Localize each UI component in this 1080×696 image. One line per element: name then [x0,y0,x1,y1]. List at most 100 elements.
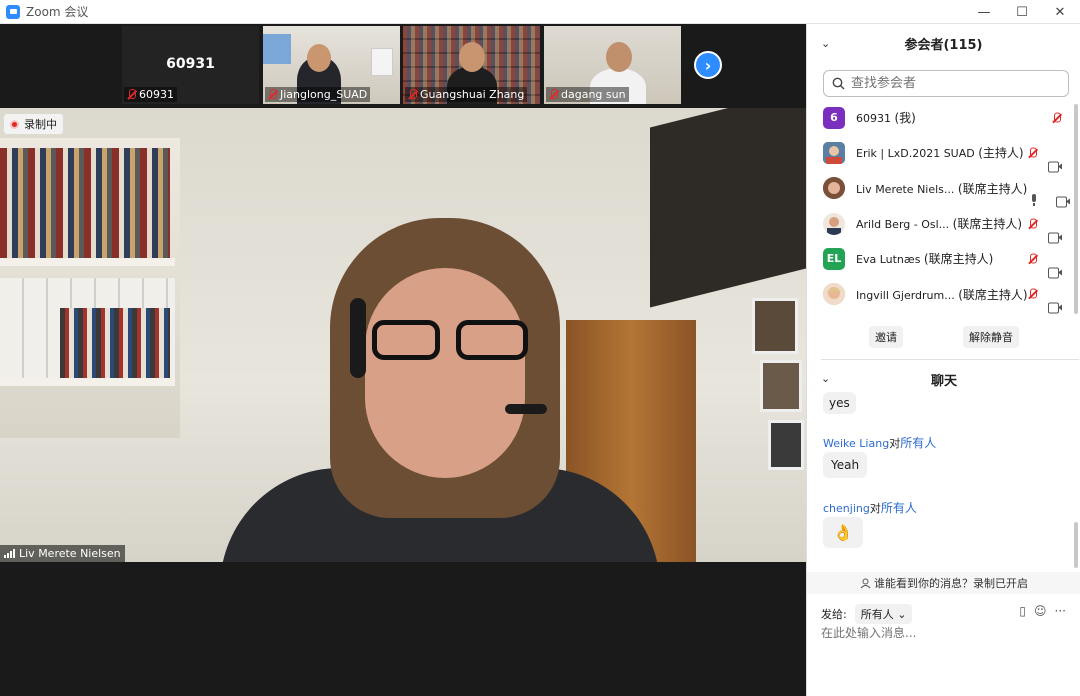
chat-scrollbar[interactable] [1074,522,1078,568]
thumbnail-name-display: 60931 [166,56,215,72]
participant-row[interactable]: EL Eva Lutnæs (联席主持人) [807,241,1080,279]
recording-indicator: 录制中 [4,114,63,134]
glasses-right-image [456,320,528,360]
participant-row[interactable]: Erik | LxD.2021 SUAD (主持人) [807,135,1080,173]
headset-mic-image [505,404,547,414]
chat-sender: chenjing对所有人 [823,501,917,515]
next-page-button[interactable]: › [694,51,722,79]
zoom-app: Zoom 会议 — ☐ ✕ 60931 60931 Jianglong_SUAD… [0,0,1080,696]
window-title: Zoom 会议 [26,5,89,19]
chat-tools: ▯ ☺ ··· [1019,604,1066,618]
chevron-down-icon[interactable]: ⌄ [821,37,830,50]
camera-icon[interactable] [1048,161,1062,173]
thumbnail-name: Guangshuai Zhang [420,88,525,101]
chat-message-bubble: 👌 [823,517,863,548]
thumbnail-name-tag: Jianglong_SUAD [265,87,371,102]
emoji-icon[interactable]: ☺ [1034,604,1047,618]
mic-muted-icon[interactable] [1028,288,1037,300]
wall-paper-image [371,48,393,76]
invite-button[interactable]: 邀请 [869,326,903,348]
thumbnail-name-tag: Guangshuai Zhang [405,87,528,102]
signal-bars-icon [4,549,15,558]
mic-muted-icon [268,89,277,100]
notice-text: 谁能看到你的消息？录制已开启 [874,577,1028,590]
close-button[interactable]: ✕ [1040,0,1080,24]
thumbnail-name: 60931 [139,88,174,101]
camera-icon[interactable] [1048,302,1062,314]
avatar-photo-icon [823,212,845,235]
participant-scrollbar[interactable] [1074,104,1078,314]
thumbnail-name-tag: dagang sun [546,87,629,102]
glasses-left-image [372,320,440,360]
thumbnail-guangshuai[interactable]: Guangshuai Zhang [403,26,540,104]
unmute-all-button[interactable]: 解除静音 [963,326,1019,348]
recipient-select[interactable]: 所有人 ⌄ [854,604,913,624]
mic-muted-icon [408,89,417,100]
participant-row[interactable]: Arild Berg - Osl... (联席主持人) [807,206,1080,244]
participant-name: Arild Berg - Osl... (联席主持人) [856,217,1023,232]
thumbnail-60931[interactable]: 60931 60931 [122,26,259,104]
avatar: 6 [823,106,845,129]
more-icon[interactable]: ··· [1055,604,1066,618]
side-panel: ⌄ 参会者(115) 6 60931 (我) [806,24,1080,696]
participant-name: Liv Merete Niels... (联席主持人) [856,181,1028,196]
chat-input[interactable] [821,626,1071,640]
zoom-logo-icon [6,4,20,19]
chat-title: 聊天 [930,374,957,389]
avatar [823,283,845,306]
wall-picture-image [752,298,798,354]
wall-picture-image [760,360,802,412]
speaker-name: Liv Merete Nielsen [19,547,121,560]
wall-map-image [263,34,291,64]
chat-sender: Weike Liang对所有人 [823,436,937,450]
person-head-image [606,42,632,72]
shelf-image [0,258,175,266]
file-icon[interactable]: ▯ [1019,604,1026,618]
participant-row[interactable]: Ingvill Gjerdrum... (联席主持人) [807,276,1080,314]
camera-icon[interactable] [1056,196,1070,208]
thumbnail-name: Jianglong_SUAD [280,88,368,101]
participant-search[interactable] [823,70,1069,97]
search-input[interactable] [851,76,1051,91]
thumbnail-dagang[interactable]: dagang sun [544,26,681,104]
maximize-button[interactable]: ☐ [1002,0,1042,24]
mic-muted-icon[interactable] [1028,147,1037,158]
avatar [823,212,845,235]
mic-on-icon[interactable] [1030,193,1038,206]
mic-muted-icon[interactable] [1028,253,1037,264]
avatar: EL [823,247,845,270]
thumbnail-jianglong[interactable]: Jianglong_SUAD [263,26,400,104]
send-to-row: 发给: 所有人 ⌄ [821,604,913,624]
chat-message-bubble: Yeah [823,452,868,478]
avatar-photo-icon [823,141,845,164]
wall-picture-image [768,420,804,470]
meeting-stage: 60931 60931 Jianglong_SUAD Guangshuai Zh… [0,24,806,696]
record-icon [10,119,19,129]
recording-label: 录制中 [24,118,57,131]
books-upper-image [0,148,170,258]
minimize-button[interactable]: — [964,0,1004,24]
participant-name: 60931 (我) [856,111,916,126]
camera-icon[interactable] [1048,232,1062,244]
avatar [823,177,845,200]
person-head-image [459,42,485,72]
chat-visibility-notice[interactable]: 谁能看到你的消息？录制已开启 [807,572,1080,594]
speaker-video: 录制中 Liv Merete Nielsen [0,108,806,562]
avatar [823,141,845,164]
participants-header: ⌄ 参会者(115) [807,24,1080,62]
participants-title: 参会者(115) [904,37,983,53]
mic-muted-icon[interactable] [1028,218,1037,229]
chat-message-bubble: yes [823,392,856,414]
mic-muted-icon[interactable] [1052,112,1061,123]
chat-header: ⌄ 聊天 [807,364,1080,394]
speaker-name-tag: Liv Merete Nielsen [0,545,125,562]
camera-icon[interactable] [1048,267,1062,279]
participant-row[interactable]: 6 60931 (我) [807,100,1080,135]
participant-name: Erik | LxD.2021 SUAD (主持人) [856,146,1024,161]
participant-row[interactable]: Liv Merete Niels... (联席主持人) [807,171,1080,208]
mic-muted-icon [549,89,558,100]
person-icon [860,578,871,588]
headset-image [350,298,366,378]
thumbnail-name-tag: 60931 [124,87,177,102]
thumbnail-name: dagang sun [561,88,626,101]
